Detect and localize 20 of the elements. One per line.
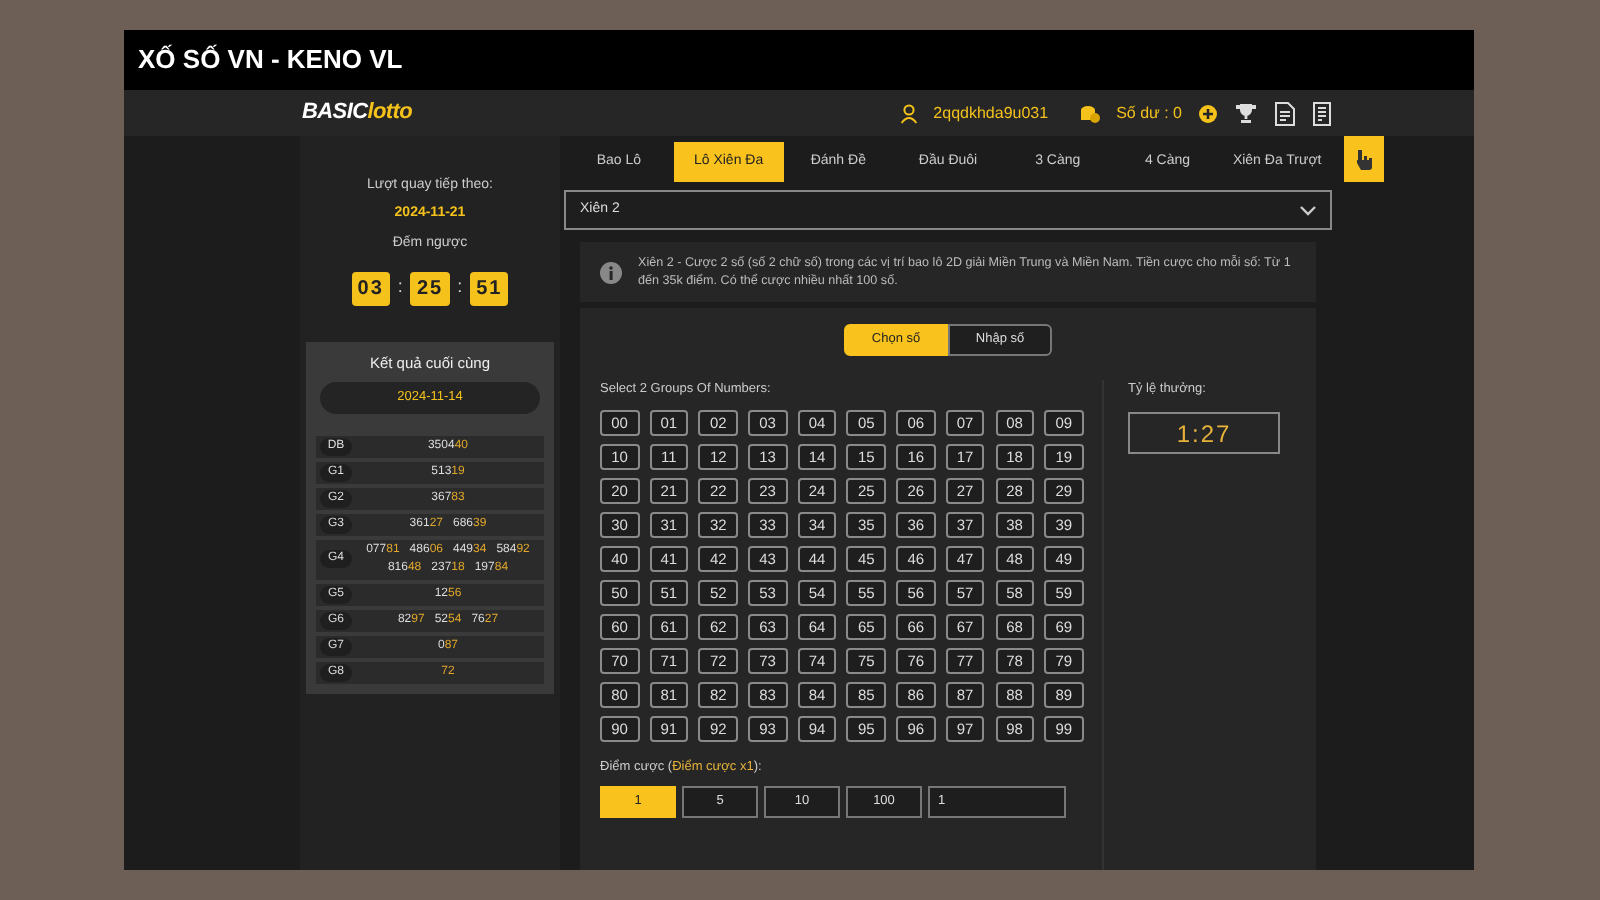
countdown-value: 03 xyxy=(351,271,390,305)
payout-ratio: 1:27 xyxy=(1128,412,1280,454)
window-title: XỐ SỐ VN - KENO VL xyxy=(124,30,1474,90)
countdown-value: 51 xyxy=(470,271,509,305)
user-icon xyxy=(899,103,918,123)
countdown-separator: : xyxy=(397,274,403,301)
countdown-separator: : xyxy=(457,274,463,301)
side-button[interactable] xyxy=(1344,136,1384,182)
username[interactable]: 2qqdkhda9u031 xyxy=(933,101,1049,125)
coins-icon xyxy=(1080,103,1101,123)
info-icon xyxy=(600,261,622,284)
countdown-value: 25 xyxy=(410,271,450,305)
plus-circle-icon[interactable] xyxy=(1198,103,1218,123)
document-icon[interactable] xyxy=(1312,101,1334,125)
pointer-icon xyxy=(1354,148,1374,170)
document-icon[interactable] xyxy=(1274,101,1296,125)
logo: BASIClotto xyxy=(302,98,413,129)
trophy-icon[interactable] xyxy=(1234,102,1258,124)
balance: Số dư : 0 xyxy=(1116,101,1182,125)
chevron-down-icon xyxy=(1300,205,1316,215)
